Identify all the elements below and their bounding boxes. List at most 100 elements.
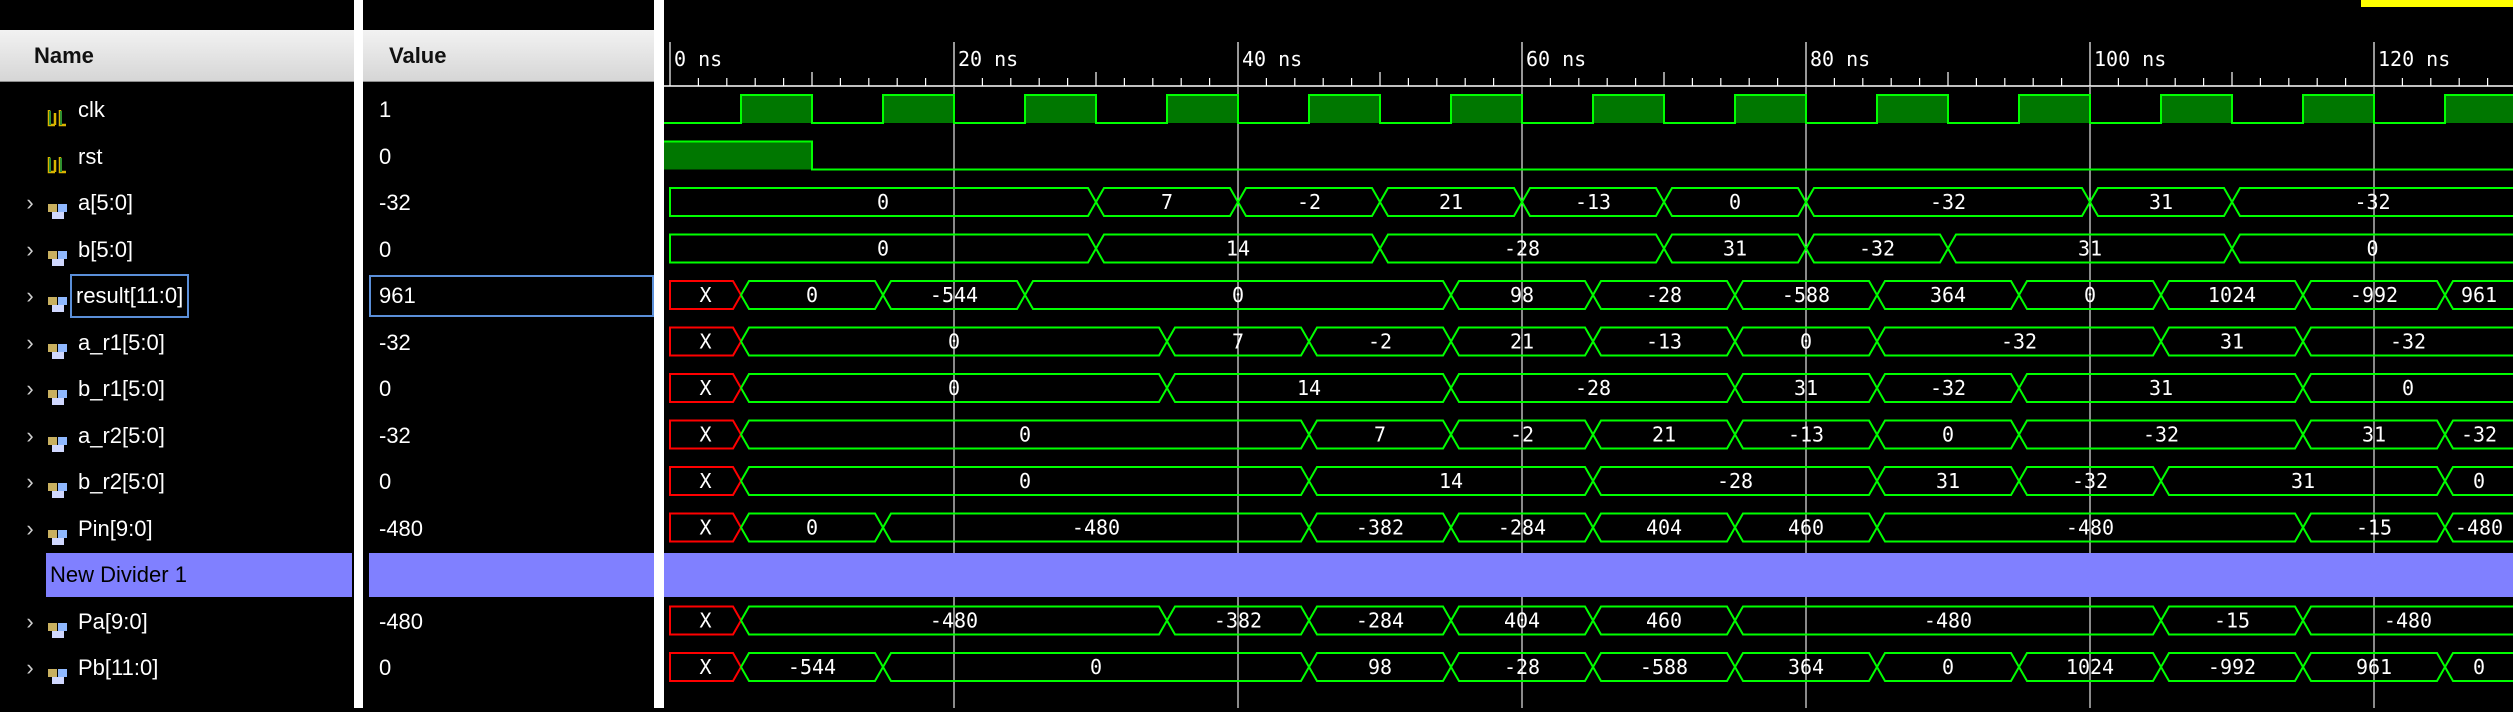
expand-chevron-icon[interactable]: › bbox=[22, 506, 38, 552]
signal-row[interactable]: › b[5:0] bbox=[0, 227, 354, 273]
expand-chevron-icon[interactable]: › bbox=[22, 459, 38, 505]
divider-value-cell[interactable] bbox=[369, 553, 654, 597]
bus-value-label: -480 bbox=[1924, 609, 1972, 633]
ruler-time-label: 60 ns bbox=[1526, 47, 1586, 71]
signal-value-cell[interactable]: -32 bbox=[363, 320, 654, 366]
signal-row[interactable]: › Pb[11:0] bbox=[0, 645, 354, 691]
waveform-pane[interactable]: 0 ns 20 ns 40 ns 60 ns 80 ns 100 ns 120 ns 0 7 -2… bbox=[664, 0, 2513, 708]
signal-row[interactable]: › Pin[9:0] bbox=[0, 506, 354, 552]
signal-row[interactable]: › b_r2[5:0] bbox=[0, 459, 354, 505]
bus-value-label: 961 bbox=[2356, 655, 2392, 679]
divider-band bbox=[664, 553, 2513, 597]
bus-value-label: 0 bbox=[877, 190, 889, 214]
value-column-header[interactable]: Value bbox=[363, 30, 654, 82]
signal-value-cell[interactable]: 0 bbox=[363, 459, 654, 505]
bus-value-label: -480 bbox=[1072, 516, 1120, 540]
wave-a-r2-5-0[interactable]: X 0 7 -2 21 -13 0 -32 31 -32 bbox=[669, 419, 2513, 450]
ruler-time-label: 0 ns bbox=[674, 47, 722, 71]
bus-value-label: -382 bbox=[1356, 516, 1404, 540]
signal-value: 0 bbox=[379, 655, 392, 680]
signal-row[interactable]: › b_r1[5:0] bbox=[0, 366, 354, 412]
ruler-time-label: 120 ns bbox=[2378, 47, 2450, 71]
signal-row[interactable]: › result[11:0] bbox=[0, 273, 354, 319]
expand-chevron-icon[interactable]: › bbox=[22, 227, 38, 273]
signal-value-cell[interactable]: 0 bbox=[363, 645, 654, 691]
signal-row[interactable]: › a_r1[5:0] bbox=[0, 320, 354, 366]
bus-value-label: 0 bbox=[1019, 469, 1031, 493]
bus-value-label: 0 bbox=[1942, 655, 1954, 679]
clock-high-pulse bbox=[2161, 95, 2232, 123]
signal-value: -32 bbox=[379, 422, 411, 448]
expand-chevron-icon[interactable]: › bbox=[22, 180, 38, 226]
divider-label: New Divider 1 bbox=[50, 562, 187, 587]
bus-value-label: X bbox=[699, 469, 711, 493]
signal-row[interactable]: › Pa[9:0] bbox=[0, 599, 354, 645]
signal-name: Pin[9:0] bbox=[78, 515, 153, 541]
clock-high-pulse bbox=[2445, 95, 2513, 123]
expand-chevron-icon[interactable]: › bbox=[22, 366, 38, 412]
bus-value-label: 0 bbox=[2084, 283, 2096, 307]
signal-value: -32 bbox=[379, 190, 411, 215]
wave-Pb-11-0[interactable]: X -544 0 98 -28 -588 364 0 1024 -992 961 0 bbox=[669, 652, 2513, 682]
bus-value-label: -992 bbox=[2350, 283, 2398, 307]
signal-row[interactable]: rst bbox=[0, 134, 354, 180]
signal-bus-icon bbox=[46, 657, 70, 684]
bus-value-label: 31 bbox=[1723, 237, 1747, 261]
bus-value-label: 21 bbox=[1439, 190, 1463, 214]
expand-chevron-icon[interactable]: › bbox=[22, 320, 38, 366]
signal-value-cell[interactable]: 1 bbox=[363, 87, 654, 133]
wave-New-Divider-1[interactable] bbox=[664, 553, 2513, 597]
expand-chevron-icon[interactable]: › bbox=[22, 599, 38, 645]
signal-value-cell[interactable]: 0 bbox=[363, 227, 654, 273]
bus-value-label: -13 bbox=[1646, 330, 1682, 354]
wave-b-r1-5-0[interactable]: X 0 14 -28 31 -32 31 0 bbox=[669, 373, 2513, 403]
signal-value: 0 bbox=[379, 143, 392, 169]
bus-value-label: -32 bbox=[2072, 469, 2108, 493]
wave-b-5-0[interactable]: 0 14 -28 31 -32 31 0 bbox=[669, 233, 2513, 264]
bus-value-label: 0 bbox=[1090, 655, 1102, 679]
expand-chevron-icon[interactable]: › bbox=[22, 645, 38, 691]
expand-chevron-icon[interactable]: › bbox=[22, 413, 38, 459]
signal-bus-icon bbox=[46, 332, 70, 359]
signal-row[interactable]: › a_r2[5:0] bbox=[0, 413, 354, 459]
wave-a-r1-5-0[interactable]: X 0 7 -2 21 -13 0 -32 31 -32 bbox=[669, 326, 2513, 357]
clock-high-pulse bbox=[2303, 95, 2374, 123]
wave-result-11-0[interactable]: X 0 -544 0 98 -28 -588 364 0 1024 -992 961 bbox=[669, 280, 2513, 310]
divider-row[interactable]: New Divider 1 bbox=[46, 553, 352, 597]
bus-value-label: 31 bbox=[1936, 469, 1960, 493]
signal-row[interactable]: clk bbox=[0, 87, 354, 133]
wave-a-5-0[interactable]: 0 7 -2 21 -13 0 -32 31 -32 bbox=[669, 187, 2513, 217]
wave-Pa-9-0[interactable]: X -480 -382 -284 404 460 -480 -15 -480 bbox=[669, 605, 2513, 636]
bus-value-label: -28 bbox=[1646, 283, 1682, 307]
bus-value-label: -544 bbox=[788, 655, 836, 679]
pane-splitter-left[interactable] bbox=[354, 0, 363, 708]
name-column-header[interactable]: Name bbox=[0, 30, 354, 82]
signal-value-cell[interactable]: -480 bbox=[363, 506, 654, 552]
wave-b-r2-5-0[interactable]: X 0 14 -28 31 -32 31 0 bbox=[669, 466, 2513, 496]
signal-value-cell[interactable]: 0 bbox=[363, 134, 654, 180]
signal-bit-icon bbox=[46, 99, 70, 127]
signal-row[interactable]: › a[5:0] bbox=[0, 180, 354, 226]
signal-name: a_r2[5:0] bbox=[78, 422, 165, 448]
signal-value-cell[interactable]: -32 bbox=[363, 180, 654, 226]
bus-value-label: X bbox=[699, 655, 711, 679]
signal-value-cell[interactable]: -32 bbox=[363, 413, 654, 459]
signal-value-cell[interactable]: 0 bbox=[363, 366, 654, 412]
bus-value-label: 21 bbox=[1510, 330, 1534, 354]
expand-chevron-icon[interactable]: › bbox=[22, 273, 38, 319]
cursor-marker[interactable] bbox=[2361, 0, 2513, 7]
wave-Pin-9-0[interactable]: X 0 -480 -382 -284 404 460 -480 -15 -480 bbox=[669, 512, 2513, 543]
wave-clk[interactable] bbox=[664, 94, 2513, 124]
name-column-label: Name bbox=[34, 43, 94, 68]
signal-value-cell[interactable]: 961 bbox=[363, 273, 654, 319]
time-ruler[interactable]: 0 ns 20 ns 40 ns 60 ns 80 ns 100 ns 120 ns bbox=[664, 30, 2513, 87]
bus-value-label: 0 bbox=[806, 516, 818, 540]
pane-splitter-right[interactable] bbox=[654, 0, 664, 708]
bus-value-label: -284 bbox=[1498, 516, 1546, 540]
signal-bus-icon bbox=[46, 378, 70, 405]
wave-rst[interactable] bbox=[664, 140, 2513, 171]
signal-value-cell[interactable]: -480 bbox=[363, 599, 654, 645]
bus-value-label: 0 bbox=[1729, 190, 1741, 214]
bus-value-label: -284 bbox=[1356, 609, 1404, 633]
waveform-canvas[interactable]: 0 ns 20 ns 40 ns 60 ns 80 ns 100 ns 120 ns 0 7 -2… bbox=[664, 0, 2513, 708]
